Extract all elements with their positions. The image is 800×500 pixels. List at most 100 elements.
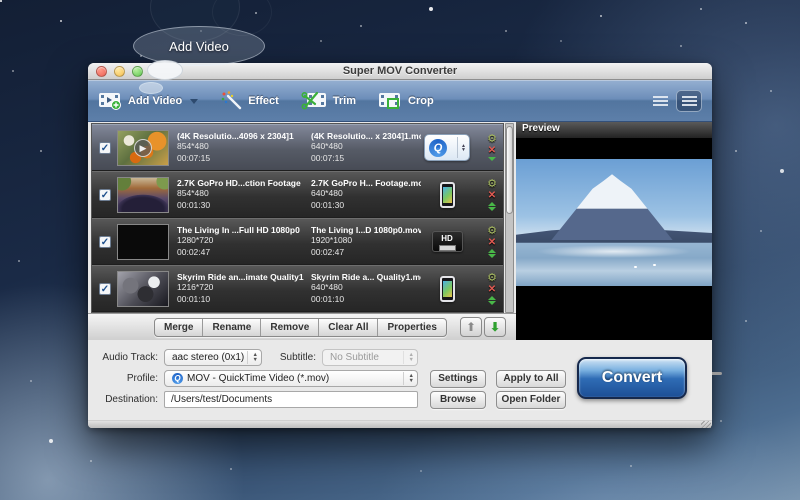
swan-dot (633, 265, 637, 268)
output-duration: 00:01:30 (311, 199, 345, 210)
trim-button[interactable]: Trim (301, 90, 356, 113)
row3-remove-icon[interactable]: ✕ (488, 237, 496, 248)
row3-thumbnail (117, 223, 169, 260)
quicktime-icon: Q (172, 373, 183, 384)
film-crop-icon (378, 90, 402, 113)
mount-fuji (551, 174, 673, 241)
row4-remove-icon[interactable]: ✕ (488, 284, 496, 295)
window-bottom-edge (88, 420, 712, 428)
video-row-1[interactable]: ✓ ▶ (4K Resolutio...4096 x 2304]1 854*48… (92, 124, 503, 170)
crop-button[interactable]: Crop (378, 90, 434, 113)
video-file-list: ✓ ▶ (4K Resolutio...4096 x 2304]1 854*48… (91, 123, 504, 313)
row1-remove-icon[interactable]: ✕ (488, 146, 496, 156)
output-filename: The Living I...D 1080p0.mov (311, 225, 421, 236)
row2-settings-gear-icon[interactable]: ⚙ (487, 178, 497, 190)
row4-checkbox[interactable]: ✓ (99, 282, 111, 295)
list-actions-bar: Merge Rename Remove Clear All Properties… (88, 313, 516, 340)
row2-remove-icon[interactable]: ✕ (488, 190, 496, 201)
rename-button[interactable]: Rename (203, 319, 262, 336)
quicktime-format-button[interactable]: Q ▲ ▼ (424, 134, 470, 161)
add-video-label: Add Video (128, 95, 183, 107)
output-resolution: 640*480 (311, 141, 343, 152)
source-filename: The Living In ...Full HD 1080p0 (177, 225, 300, 236)
row1-reorder-icons[interactable] (488, 157, 496, 161)
source-duration: 00:01:30 (177, 199, 211, 210)
subtitle-label: Subtitle: (279, 352, 316, 363)
resize-grip[interactable] (701, 421, 711, 428)
subtitle-select[interactable]: No Subtitle ▲ ▼ (322, 349, 418, 366)
output-filename: (4K Resolutio... x 2304]1.mov (311, 131, 421, 142)
video-row-3[interactable]: ✓ The Living In ...Full HD 1080p0 1280*7… (92, 218, 503, 264)
video-still-mount-fuji (516, 159, 712, 286)
source-duration: 00:07:15 (177, 152, 211, 163)
row3-settings-gear-icon[interactable]: ⚙ (487, 225, 497, 237)
output-duration: 00:01:10 (311, 293, 345, 304)
output-resolution: 1920*1080 (311, 235, 353, 246)
scrollbar-thumb[interactable] (506, 126, 513, 214)
source-resolution: 854*480 (177, 188, 209, 199)
row2-checkbox[interactable]: ✓ (99, 188, 111, 201)
source-filename: (4K Resolutio...4096 x 2304]1 (177, 131, 294, 142)
row1-checkbox[interactable]: ✓ (99, 141, 111, 154)
source-resolution: 854*480 (177, 141, 209, 152)
row3-reorder-icons[interactable] (488, 248, 496, 258)
output-resolution: 640*480 (311, 188, 343, 199)
trim-label: Trim (332, 95, 356, 107)
source-resolution: 1216*720 (177, 282, 214, 293)
quicktime-icon: Q (429, 138, 447, 157)
audio-track-select[interactable]: aac stereo (0x1) ▲ ▼ (164, 349, 262, 366)
video-row-2[interactable]: ✓ 2.7K GoPro HD...ction Footage 854*480 … (92, 171, 503, 217)
preview-video-frame[interactable] (516, 138, 712, 286)
source-resolution: 1280*720 (177, 235, 214, 246)
toolbar: Add Video Effect Trim Crop (88, 80, 712, 122)
list-scrollbar[interactable] (505, 123, 514, 313)
iphone-format-icon[interactable] (439, 181, 455, 208)
video-row-4[interactable]: ✓ Skyrim Ride an...imate Quality1 1216*7… (92, 265, 503, 311)
audio-track-value: aac stereo (0x1) (172, 352, 245, 363)
convert-button[interactable]: Convert (577, 357, 687, 399)
list-view-icon[interactable] (653, 95, 668, 107)
row4-reorder-icons[interactable] (488, 295, 496, 305)
profile-value: MOV - QuickTime Video (*.mov) (187, 373, 330, 384)
stepper-icon: ▲ ▼ (402, 351, 414, 364)
iphone-format-icon[interactable] (439, 275, 455, 302)
row1-thumbnail: ▶ (117, 129, 169, 166)
magic-wand-icon (220, 90, 242, 113)
detail-view-button[interactable] (676, 90, 702, 112)
browse-button[interactable]: Browse (430, 391, 486, 409)
hd-camcorder-format-icon[interactable]: HD (431, 231, 463, 252)
view-toggle-group (653, 90, 702, 112)
row3-checkbox[interactable]: ✓ (99, 235, 111, 248)
apply-to-all-button[interactable]: Apply to All (496, 370, 566, 388)
remove-button[interactable]: Remove (261, 319, 320, 336)
preview-panel: Preview (516, 122, 712, 340)
lake-reflection (535, 245, 693, 259)
move-down-button[interactable]: ⬇ (484, 317, 506, 337)
properties-button[interactable]: Properties (378, 319, 445, 336)
effect-label: Effect (248, 95, 279, 107)
clear-all-button[interactable]: Clear All (319, 319, 379, 336)
source-filename: 2.7K GoPro HD...ction Footage (177, 178, 301, 189)
audio-track-label: Audio Track: (102, 352, 158, 363)
move-up-button[interactable]: ⬆ (460, 317, 482, 337)
preview-title: Preview (516, 122, 712, 138)
row2-reorder-icons[interactable] (488, 201, 496, 211)
row1-settings-gear-icon[interactable]: ⚙ (487, 134, 497, 145)
open-folder-button[interactable]: Open Folder (496, 391, 566, 409)
stepper-icon: ▲ ▼ (402, 372, 414, 385)
profile-label: Profile: (126, 373, 158, 384)
settings-button[interactable]: Settings (430, 370, 486, 388)
profile-select[interactable]: Q MOV - QuickTime Video (*.mov) ▲ ▼ (164, 370, 418, 387)
merge-button[interactable]: Merge (155, 319, 204, 336)
output-settings-form: Audio Track: aac stereo (0x1) ▲ ▼ Subtitl… (88, 340, 712, 420)
row4-settings-gear-icon[interactable]: ⚙ (487, 272, 497, 284)
source-filename: Skyrim Ride an...imate Quality1 (177, 272, 304, 283)
output-resolution: 640*480 (311, 282, 343, 293)
format-stepper[interactable]: ▲ ▼ (457, 137, 469, 158)
destination-input[interactable] (164, 391, 418, 408)
output-duration: 00:02:47 (311, 246, 345, 257)
effect-button[interactable]: Effect (220, 90, 279, 113)
desktop-wallpaper: Add Video Super MOV Converter Add Video (0, 0, 800, 500)
stepper-icon: ▲ ▼ (246, 351, 258, 364)
film-add-icon (98, 90, 122, 113)
